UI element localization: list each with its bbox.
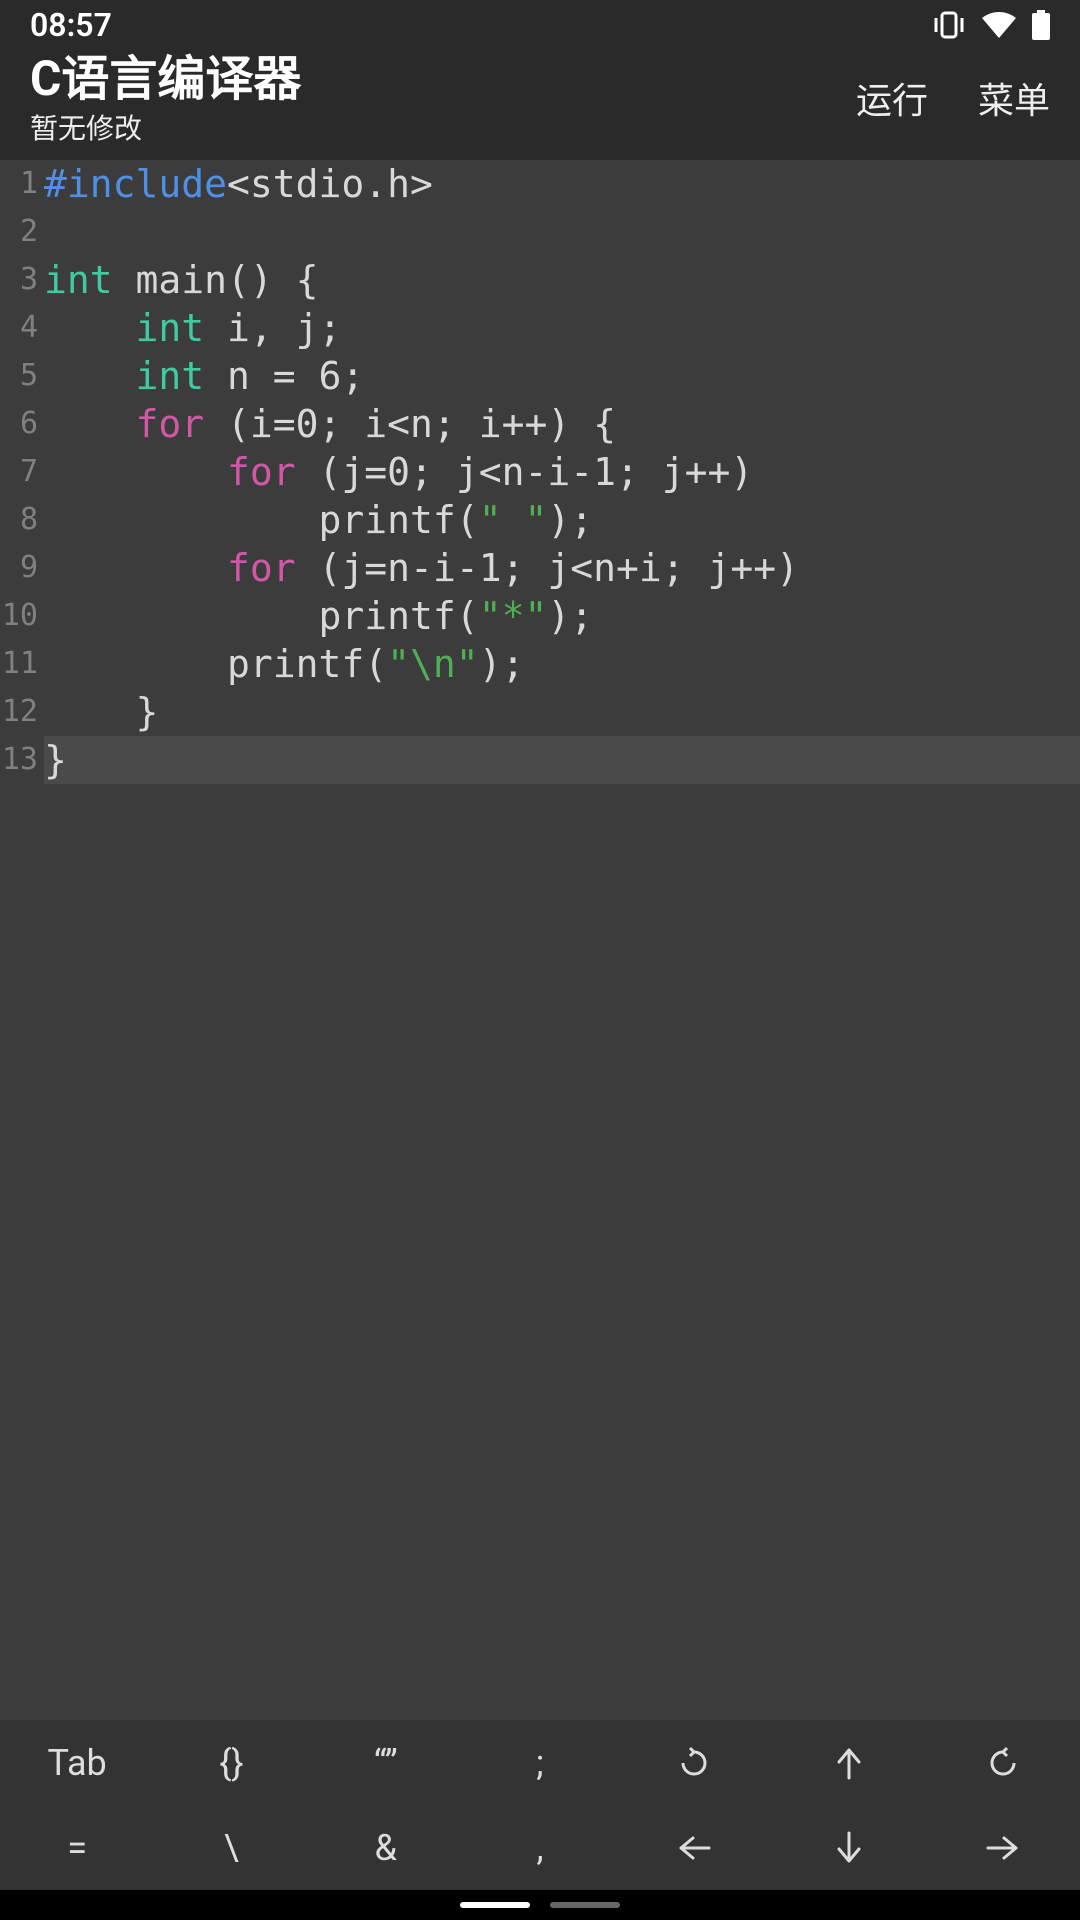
app-subtitle: 暂无修改 xyxy=(30,107,301,147)
code-line[interactable]: printf("*"); xyxy=(44,592,1080,640)
nav-handle[interactable] xyxy=(460,1902,530,1908)
title-block: C语言编译器 暂无修改 xyxy=(30,53,301,148)
redo-icon xyxy=(986,1746,1020,1780)
arrow-down-button[interactable] xyxy=(771,1805,925,1890)
code-line[interactable]: int main() { xyxy=(44,256,1080,304)
arrow-up-icon xyxy=(833,1746,865,1780)
run-button[interactable]: 运行 xyxy=(856,72,928,124)
line-number: 12 xyxy=(0,688,38,736)
backslash-button[interactable]: \ xyxy=(154,1805,308,1890)
arrow-down-icon xyxy=(833,1831,865,1865)
semicolon-button[interactable]: ; xyxy=(463,1720,617,1805)
vibrate-icon xyxy=(932,11,966,39)
equals-button[interactable]: = xyxy=(0,1805,154,1890)
code-line[interactable]: for (j=0; j<n-i-1; j++) xyxy=(44,448,1080,496)
code-content[interactable]: #include<stdio.h> int main() { int i, j;… xyxy=(44,160,1080,784)
arrow-right-icon xyxy=(986,1832,1020,1864)
code-line[interactable]: printf("\n"); xyxy=(44,640,1080,688)
line-number: 4 xyxy=(0,304,38,352)
code-line[interactable]: for (i=0; i<n; i++) { xyxy=(44,400,1080,448)
code-line[interactable]: } xyxy=(44,688,1080,736)
redo-button[interactable] xyxy=(926,1720,1080,1805)
code-editor[interactable]: 12345678910111213 #include<stdio.h> int … xyxy=(0,160,1080,784)
line-number: 9 xyxy=(0,544,38,592)
app-header: C语言编译器 暂无修改 运行 菜单 xyxy=(0,50,1080,160)
line-number: 2 xyxy=(0,208,38,256)
battery-icon xyxy=(1032,10,1050,40)
quotes-button[interactable]: “” xyxy=(309,1720,463,1805)
code-line[interactable]: printf(" "); xyxy=(44,496,1080,544)
line-number: 7 xyxy=(0,448,38,496)
undo-icon xyxy=(677,1746,711,1780)
line-number: 10 xyxy=(0,592,38,640)
code-line[interactable] xyxy=(44,208,1080,256)
code-line[interactable]: #include<stdio.h> xyxy=(44,160,1080,208)
line-number: 5 xyxy=(0,352,38,400)
header-actions: 运行 菜单 xyxy=(856,72,1050,128)
braces-button[interactable]: {} xyxy=(154,1720,308,1805)
wifi-icon xyxy=(982,12,1016,38)
comma-button[interactable]: , xyxy=(463,1805,617,1890)
line-number: 11 xyxy=(0,640,38,688)
menu-button[interactable]: 菜单 xyxy=(978,72,1050,124)
editor-empty-area[interactable] xyxy=(0,784,1080,1720)
code-line[interactable]: for (j=n-i-1; j<n+i; j++) xyxy=(44,544,1080,592)
arrow-left-icon xyxy=(677,1832,711,1864)
line-gutter: 12345678910111213 xyxy=(0,160,44,784)
line-number: 6 xyxy=(0,400,38,448)
nav-bar[interactable] xyxy=(0,1890,1080,1920)
arrow-left-button[interactable] xyxy=(617,1805,771,1890)
nav-handle-secondary[interactable] xyxy=(550,1902,620,1908)
ampersand-button[interactable]: & xyxy=(309,1805,463,1890)
line-number: 8 xyxy=(0,496,38,544)
arrow-up-button[interactable] xyxy=(771,1720,925,1805)
status-bar: 08:57 xyxy=(0,0,1080,50)
undo-button[interactable] xyxy=(617,1720,771,1805)
symbol-toolbar: Tab{}“”; =\&, xyxy=(0,1720,1080,1890)
code-line[interactable]: int i, j; xyxy=(44,304,1080,352)
status-time: 08:57 xyxy=(30,6,112,44)
arrow-right-button[interactable] xyxy=(926,1805,1080,1890)
tab-button[interactable]: Tab xyxy=(0,1720,154,1805)
line-number: 1 xyxy=(0,160,38,208)
app-title: C语言编译器 xyxy=(30,53,301,106)
status-icons xyxy=(932,10,1050,40)
code-line[interactable]: int n = 6; xyxy=(44,352,1080,400)
code-line[interactable]: } xyxy=(44,736,1080,784)
line-number: 3 xyxy=(0,256,38,304)
line-number: 13 xyxy=(0,736,38,784)
